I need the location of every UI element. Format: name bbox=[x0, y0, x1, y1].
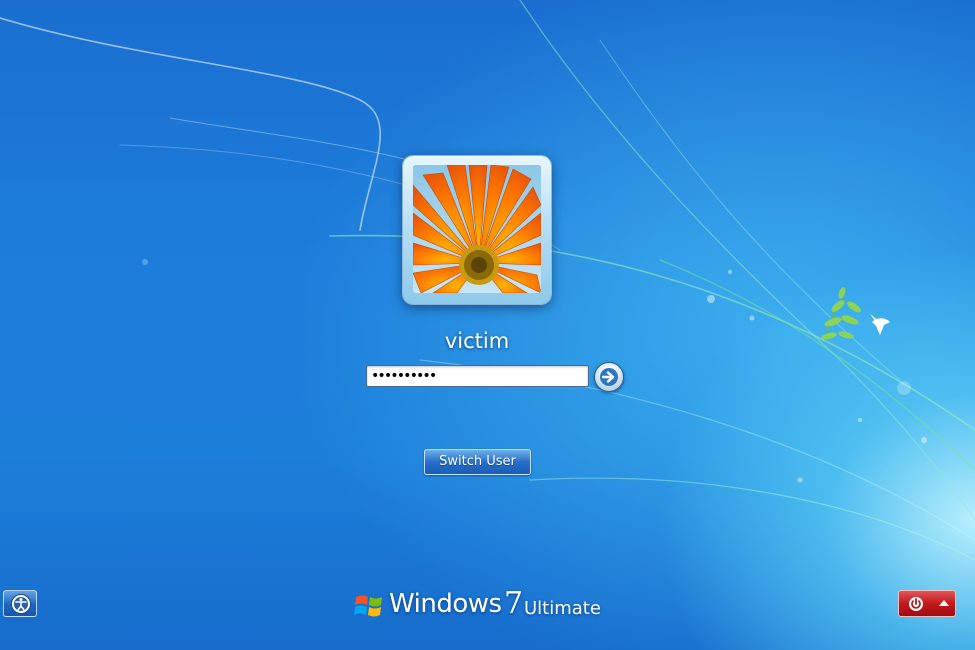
shut-down-options-button[interactable] bbox=[933, 590, 956, 617]
username-label: victim bbox=[444, 329, 510, 353]
windows-flag-icon bbox=[354, 595, 382, 617]
windows-7-branding: Windows 7 Ultimate bbox=[354, 586, 614, 623]
user-account-tile[interactable] bbox=[403, 156, 551, 304]
wallpaper-art bbox=[0, 0, 975, 561]
product-edition: Ultimate bbox=[524, 598, 601, 619]
chevron-up-icon bbox=[939, 600, 949, 606]
submit-arrow-button[interactable] bbox=[594, 362, 624, 392]
switch-user-button[interactable]: Switch User bbox=[424, 449, 531, 475]
shut-down-button[interactable] bbox=[898, 590, 934, 617]
arrow-right-icon bbox=[600, 368, 618, 386]
power-icon bbox=[909, 597, 923, 611]
product-version: 7 bbox=[504, 586, 524, 621]
product-name: Windows bbox=[389, 589, 502, 619]
user-picture bbox=[413, 165, 541, 293]
password-field[interactable] bbox=[366, 365, 589, 387]
flower-picture-icon bbox=[413, 165, 541, 293]
ease-of-access-button[interactable] bbox=[3, 590, 37, 617]
logon-screen: victim Switch User Windows 7 Ultimate bbox=[0, 0, 975, 650]
ease-of-access-icon bbox=[11, 594, 31, 614]
